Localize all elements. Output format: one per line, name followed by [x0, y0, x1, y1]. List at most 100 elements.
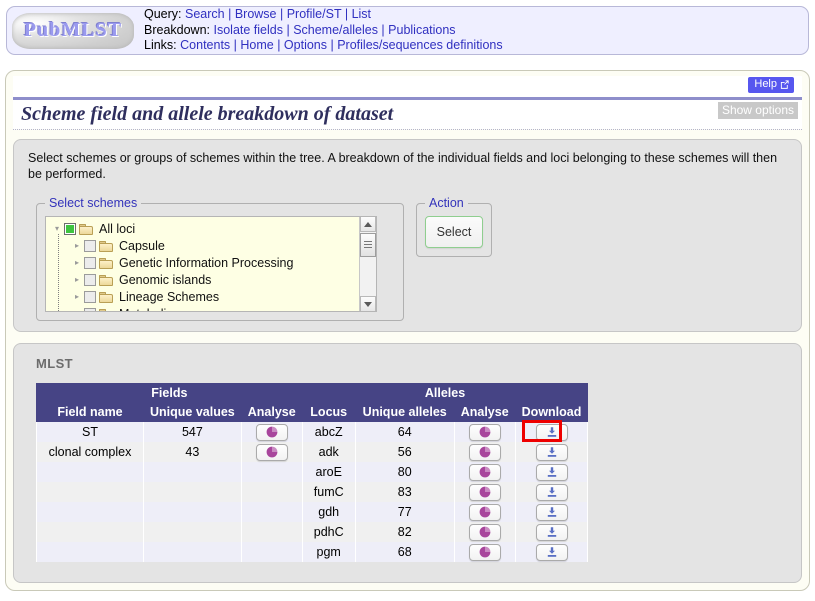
pie-chart-icon[interactable] [255, 423, 288, 441]
table-row: gdh 77 [36, 502, 589, 522]
title-bar: Scheme field and allele breakdown of dat… [13, 97, 802, 130]
page-panel: Help Scheme field and allele breakdown o… [5, 70, 810, 591]
pie-chart-icon[interactable] [468, 463, 501, 481]
pie-chart-icon[interactable] [468, 523, 501, 541]
tree-checkbox-metabolism[interactable] [84, 307, 96, 311]
tree-item-capsule[interactable]: ▸ Capsule [50, 237, 358, 254]
download-icon[interactable] [535, 523, 568, 541]
cell-analyse-field [240, 522, 303, 542]
site-header: PubMLST Query: Search | Browse | Profile… [6, 6, 809, 55]
table-row: fumC 83 [36, 482, 589, 502]
tree-expand-icon[interactable]: ▾ [50, 224, 64, 233]
download-icon[interactable] [535, 483, 568, 501]
tree-item-metabolism[interactable]: ▸ Metabolism [50, 305, 358, 311]
help-button[interactable]: Help [748, 77, 794, 93]
nav-link-profiles-sequences-definitions[interactable]: Profiles/sequences definitions [337, 38, 502, 52]
scheme-tree[interactable]: ▾ All loci ▸ Capsule ▸ Genetic Informati… [45, 216, 377, 312]
folder-icon [99, 240, 114, 252]
chevron-up-icon [364, 221, 372, 227]
cell-unique-alleles: 77 [354, 502, 455, 522]
tree-checkbox-lineage-schemes[interactable] [84, 290, 96, 303]
external-link-icon [780, 80, 789, 89]
col-download: Download [514, 402, 589, 422]
tree-item-all-loci[interactable]: ▾ All loci [50, 220, 358, 237]
group-header-fields: Fields [36, 383, 303, 403]
tree-checkbox-all-loci[interactable] [64, 222, 76, 235]
breakdown-table: Fields Alleles Field name Unique values … [36, 383, 589, 562]
grip-icon [364, 241, 372, 249]
nav-link-scheme-alleles[interactable]: Scheme/alleles [293, 23, 378, 37]
table-group-header-row: Fields Alleles [36, 383, 589, 403]
cell-locus: gdh [301, 502, 356, 522]
cell-download [514, 420, 589, 442]
tree-expand-icon[interactable]: ▸ [70, 241, 84, 250]
pie-chart-icon[interactable] [468, 423, 501, 441]
pie-chart-icon[interactable] [468, 483, 501, 501]
nav-link-options[interactable]: Options [284, 38, 327, 52]
cell-analyse-field [240, 482, 303, 502]
tree-label-all-loci: All loci [99, 221, 136, 236]
nav-link-search[interactable]: Search [185, 7, 225, 21]
nav-link-home[interactable]: Home [240, 38, 273, 52]
download-icon[interactable] [535, 543, 568, 561]
tree-scrollbar[interactable] [359, 217, 376, 311]
pie-chart-icon[interactable] [255, 443, 288, 461]
download-icon[interactable] [535, 463, 568, 481]
tree-expand-icon[interactable]: ▸ [70, 292, 84, 301]
scrollbar-thumb[interactable] [360, 233, 376, 257]
tree-checkbox-genomic-islands[interactable] [84, 273, 96, 286]
select-button[interactable]: Select [425, 216, 483, 248]
tree-expand-icon[interactable]: ▸ [70, 275, 84, 284]
title-block: Help Scheme field and allele breakdown o… [13, 76, 802, 130]
tree-expand-icon[interactable]: ▸ [70, 309, 84, 311]
pubmlst-logo: PubMLST [12, 12, 134, 49]
col-analyse-alleles: Analyse [453, 402, 516, 422]
nav-row-query-label: Query: [144, 7, 182, 22]
col-locus: Locus [301, 402, 356, 422]
download-icon[interactable] [535, 503, 568, 521]
download-icon[interactable] [535, 443, 568, 461]
tree-expand-icon[interactable]: ▸ [70, 258, 84, 267]
pie-chart-icon[interactable] [468, 543, 501, 561]
table-row: pdhC 82 [36, 522, 589, 542]
cell-analyse-locus [453, 421, 516, 442]
help-row: Help [13, 76, 802, 97]
cell-unique-values [143, 482, 242, 502]
nav-link-list[interactable]: List [352, 7, 371, 21]
nav-row-links: Links: Contents | Home | Options | Profi… [144, 38, 503, 53]
tree-label-lineage-schemes: Lineage Schemes [119, 289, 220, 304]
show-options-button[interactable]: Show options [717, 102, 798, 119]
nav-link-isolate-fields[interactable]: Isolate fields [214, 23, 283, 37]
tree-item-lineage-schemes[interactable]: ▸ Lineage Schemes [50, 288, 358, 305]
nav-link-contents[interactable]: Contents [180, 38, 230, 52]
nav-link-profile-st[interactable]: Profile/ST [287, 7, 342, 21]
scroll-up-button[interactable] [360, 217, 376, 232]
nav-row-query: Query: Search | Browse | Profile/ST | Li… [144, 7, 372, 22]
tree-checkbox-capsule[interactable] [84, 239, 96, 252]
nav-link-publications[interactable]: Publications [388, 23, 455, 37]
folder-icon [79, 223, 94, 235]
cell-unique-values: 43 [143, 442, 242, 462]
cell-field-name [36, 542, 144, 562]
table-row: clonal complex 43 adk 56 [36, 442, 589, 462]
tree-item-genetic-information-processing[interactable]: ▸ Genetic Information Processing [50, 254, 358, 271]
cell-unique-values [143, 462, 242, 482]
cell-analyse-locus [453, 522, 516, 542]
tree-checkbox-genetic-information-processing[interactable] [84, 256, 96, 269]
cell-download [514, 522, 589, 542]
nav-link-browse[interactable]: Browse [235, 7, 277, 21]
tree-item-genomic-islands[interactable]: ▸ Genomic islands [50, 271, 358, 288]
table-column-header-row: Field name Unique values Analyse Locus U… [36, 402, 589, 422]
folder-icon [99, 308, 114, 311]
cell-analyse-locus [453, 482, 516, 502]
download-icon[interactable] [535, 423, 568, 441]
select-schemes-legend: Select schemes [49, 196, 138, 210]
scheme-tree-list: ▾ All loci ▸ Capsule ▸ Genetic Informati… [46, 217, 358, 311]
cell-locus: pgm [301, 542, 356, 562]
tree-label-capsule: Capsule [119, 238, 165, 253]
table-row: aroE 80 [36, 462, 589, 482]
pie-chart-icon[interactable] [468, 443, 501, 461]
scroll-down-button[interactable] [360, 296, 376, 311]
cell-unique-alleles: 68 [354, 542, 455, 562]
pie-chart-icon[interactable] [468, 503, 501, 521]
